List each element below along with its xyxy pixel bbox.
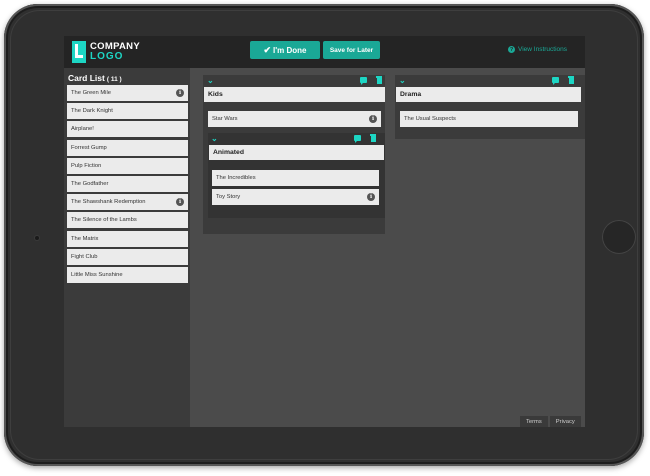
card-item[interactable]: Little Miss Sunshine xyxy=(67,266,188,283)
card-item[interactable]: The Green Mile i xyxy=(67,85,188,101)
chat-icon[interactable] xyxy=(360,77,367,85)
logo-line2: LOGO xyxy=(90,51,124,62)
info-icon[interactable]: i xyxy=(176,198,184,207)
group-kids[interactable]: ⌄ Kids Star Wars i ⌄ Animated The Incred… xyxy=(203,75,385,234)
group-card[interactable]: Toy Story i xyxy=(212,189,379,205)
card-item[interactable]: Pulp Fiction xyxy=(67,157,188,174)
privacy-link[interactable]: Privacy xyxy=(549,416,581,427)
card-list-title: Card List xyxy=(68,73,105,83)
done-label: I'm Done xyxy=(273,45,307,55)
help-icon: ? xyxy=(508,46,515,53)
home-button[interactable] xyxy=(602,220,636,254)
chevron-down-icon[interactable]: ⌄ xyxy=(399,76,406,86)
card-list-panel: Card List( 11 ) The Green Mile i The Dark… xyxy=(64,68,190,427)
group-card[interactable]: The Usual Suspects xyxy=(400,111,578,127)
sorting-board: ⌄ Kids Star Wars i ⌄ Animated The Incred… xyxy=(190,68,585,427)
trash-icon[interactable] xyxy=(376,76,382,84)
card-item[interactable]: The Silence of the Lambs xyxy=(67,212,188,229)
card-item[interactable]: Forrest Gump xyxy=(67,139,188,156)
card-item[interactable]: Airplane! xyxy=(67,121,188,138)
card-list-heading: Card List( 11 ) xyxy=(68,73,122,83)
chat-icon[interactable] xyxy=(354,135,361,143)
group-title[interactable]: Animated xyxy=(209,145,384,160)
footer-links: Terms Privacy xyxy=(520,416,581,427)
group-card[interactable]: Star Wars i xyxy=(208,111,381,127)
logo-mark-icon xyxy=(72,41,86,63)
card-list: The Green Mile i The Dark Knight Airplane… xyxy=(67,85,188,285)
info-icon[interactable]: i xyxy=(176,89,184,97)
chevron-down-icon[interactable]: ⌄ xyxy=(207,76,214,86)
card-count: ( 11 ) xyxy=(106,76,122,83)
save-label: Save for Later xyxy=(329,46,374,54)
view-instructions-link[interactable]: ? View Instructions xyxy=(508,46,567,53)
chevron-down-icon[interactable]: ⌄ xyxy=(211,134,218,144)
save-for-later-button[interactable]: Save for Later xyxy=(323,41,380,59)
card-item[interactable]: Fight Club xyxy=(67,248,188,265)
info-icon[interactable]: i xyxy=(369,115,377,123)
group-drama[interactable]: ⌄ Drama The Usual Suspects xyxy=(395,75,585,139)
trash-icon[interactable] xyxy=(568,76,574,84)
instructions-label: View Instructions xyxy=(518,46,568,53)
info-icon[interactable]: i xyxy=(367,193,375,201)
app-screen: COMPANY LOGO ✔ I'm Done Save for Later ?… xyxy=(64,36,585,427)
done-button[interactable]: ✔ I'm Done xyxy=(250,41,320,59)
camera-dot xyxy=(35,236,39,240)
check-icon: ✔ xyxy=(263,44,272,55)
group-title[interactable]: Kids xyxy=(204,87,385,102)
top-bar: COMPANY LOGO ✔ I'm Done Save for Later ?… xyxy=(64,36,585,68)
chat-icon[interactable] xyxy=(552,77,559,85)
group-animated[interactable]: ⌄ Animated The Incredibles Toy Story i xyxy=(208,133,385,218)
card-item[interactable]: The Shawshank Redemption i xyxy=(67,194,188,211)
card-item[interactable]: The Matrix xyxy=(67,230,188,247)
group-title[interactable]: Drama xyxy=(396,87,581,102)
card-item[interactable]: The Godfather xyxy=(67,175,188,192)
terms-link[interactable]: Terms xyxy=(520,416,548,427)
group-card[interactable]: The Incredibles xyxy=(212,170,379,186)
card-item[interactable]: The Dark Knight xyxy=(67,103,188,120)
trash-icon[interactable] xyxy=(370,134,376,142)
company-logo: COMPANY LOGO xyxy=(72,41,140,63)
